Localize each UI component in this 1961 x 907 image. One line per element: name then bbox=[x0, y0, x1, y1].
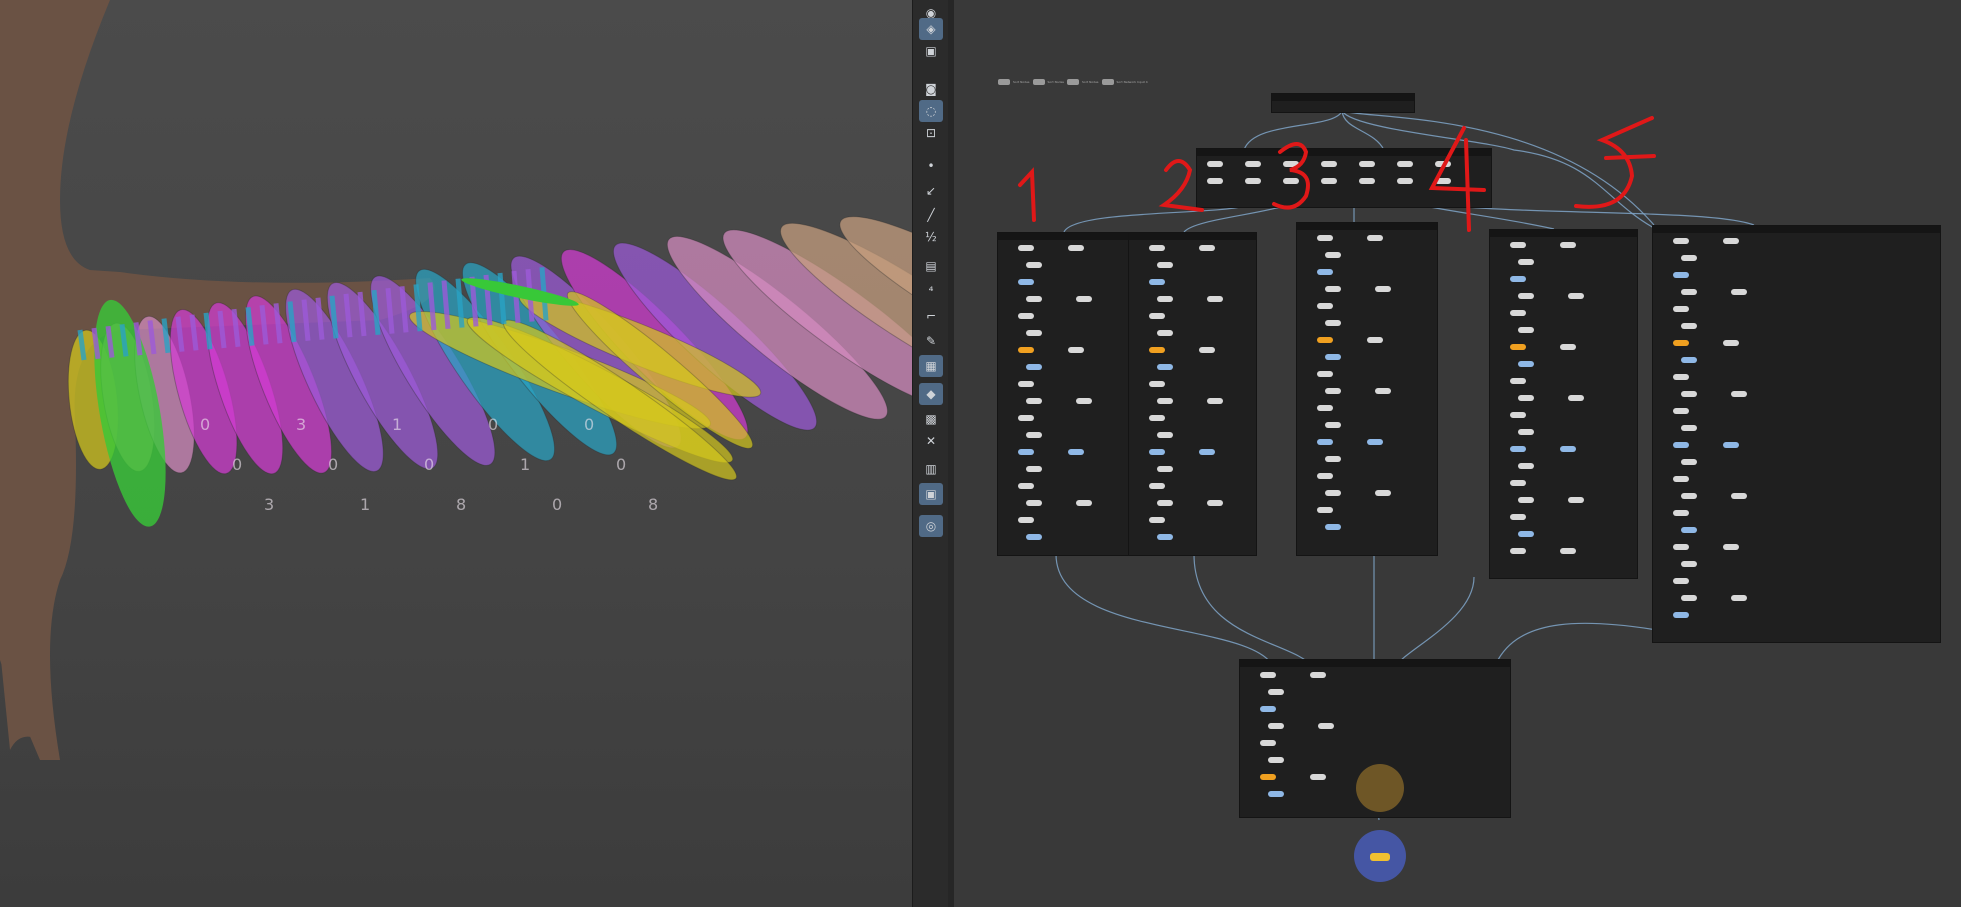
feather-ring-label: 0 bbox=[616, 455, 626, 474]
texture-icon[interactable]: ▩ bbox=[919, 408, 943, 430]
measure-icon[interactable]: ½ bbox=[919, 226, 943, 248]
feathers-group: 0 0 3 3 0 1 1 0 8 0 1 0 0 0 8 bbox=[67, 216, 912, 527]
annotation-1 bbox=[1018, 167, 1036, 222]
feather-ring-label: 0 bbox=[200, 415, 210, 434]
view-icon[interactable]: ◈ bbox=[919, 18, 943, 40]
feather-ring-label: 3 bbox=[296, 415, 306, 434]
edge-icon[interactable]: ⌐ bbox=[919, 305, 943, 327]
cube-icon[interactable]: ▦ bbox=[919, 355, 943, 377]
annotation-5 bbox=[1574, 116, 1656, 209]
render-icon[interactable]: ⊡ bbox=[919, 122, 943, 144]
numeric-icon[interactable]: ⁴ bbox=[919, 280, 943, 302]
annotation-4 bbox=[1428, 126, 1486, 232]
display-icon[interactable]: ◙ bbox=[919, 78, 943, 100]
feather-ring-label: 8 bbox=[648, 495, 658, 514]
wing-model: 0 0 3 3 0 1 1 0 8 0 1 0 0 0 8 bbox=[0, 0, 912, 760]
annotation-3 bbox=[1272, 142, 1310, 210]
feather-ring-label: 1 bbox=[392, 415, 402, 434]
handle-icon[interactable]: ✕ bbox=[919, 430, 943, 452]
pin-icon[interactable]: ◎ bbox=[919, 515, 943, 537]
feather-ring-label: 0 bbox=[584, 415, 594, 434]
feather-ring-label: 0 bbox=[424, 455, 434, 474]
point-icon[interactable]: • bbox=[919, 155, 943, 177]
camera-icon[interactable]: ▣ bbox=[919, 40, 943, 62]
feather-ring-label: 1 bbox=[520, 455, 530, 474]
pen-icon[interactable]: ╱ bbox=[919, 204, 943, 226]
viewer-icon[interactable]: ▣ bbox=[919, 483, 943, 505]
draw-curve-icon[interactable]: ✎ bbox=[919, 330, 943, 352]
3d-viewport[interactable]: 0 0 3 3 0 1 1 0 8 0 1 0 0 0 8 bbox=[0, 0, 912, 907]
network-editor[interactable]: Sort Nodes Sort Nodes Sort Nodes Sort Ne… bbox=[954, 0, 1961, 907]
sculpt-icon[interactable]: ▤ bbox=[919, 255, 943, 277]
annotation-2 bbox=[1158, 159, 1204, 212]
viewport-toolbar: ◉ ◈ ▣ ◙ ◌ ⊡ • ↙ ╱ ½ ▤ ⁴ ⌐ ✎ ▦ ◆ ▩ ✕ ▥ ▣ ◎ bbox=[912, 0, 950, 907]
brush-icon[interactable]: ↙ bbox=[919, 180, 943, 202]
feather-ring-label: 0 bbox=[552, 495, 562, 514]
snap-icon[interactable]: ◆ bbox=[919, 383, 943, 405]
feather-ring-label: 0 bbox=[328, 455, 338, 474]
feather-ring-label: 8 bbox=[456, 495, 466, 514]
lights-icon[interactable]: ◌ bbox=[919, 100, 943, 122]
feather-ring-label: 1 bbox=[360, 495, 370, 514]
transform-icon[interactable]: ▥ bbox=[919, 458, 943, 480]
feather-ring-label: 3 bbox=[264, 495, 274, 514]
feather-ring-label: 0 bbox=[488, 415, 498, 434]
handwritten-annotations bbox=[1018, 116, 1656, 232]
feather-ring-label: 0 bbox=[232, 455, 242, 474]
